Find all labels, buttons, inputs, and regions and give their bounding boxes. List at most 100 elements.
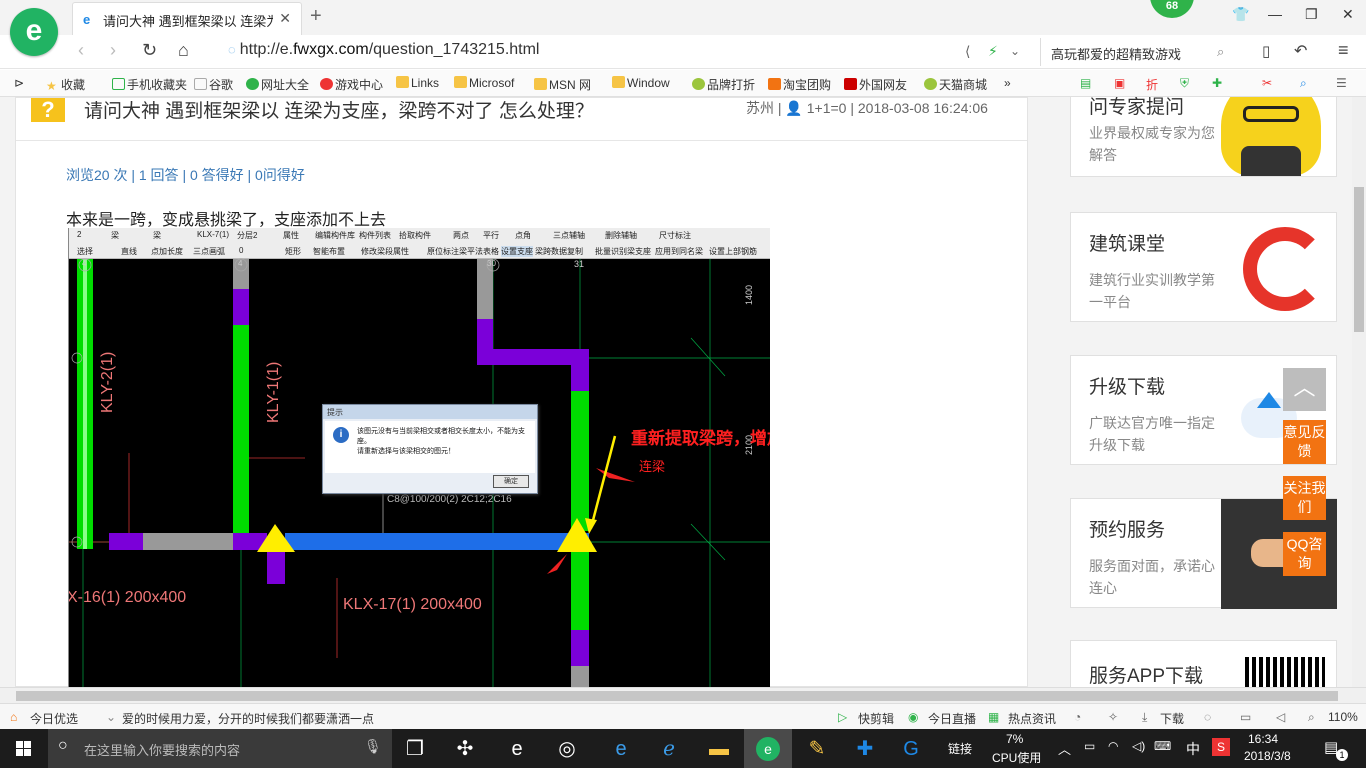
app-spiral-icon[interactable]: ◎	[554, 736, 580, 762]
tools-icon[interactable]: ✧	[1108, 710, 1118, 724]
back-to-top-button[interactable]: ︿	[1283, 368, 1326, 411]
cad-screenshot[interactable]: 2 梁 梁 KLX-7(1) 分层2 属性 编辑构件库 构件列表 拾取构件 两点…	[68, 228, 770, 687]
history-icon[interactable]: ◌	[1204, 710, 1211, 724]
bookmark-google[interactable]: 谷歌	[194, 76, 233, 93]
menu-icon[interactable]: ≡	[1338, 40, 1349, 61]
ext-menu-icon[interactable]: ☰	[1336, 76, 1347, 90]
start-button[interactable]	[0, 729, 48, 768]
app-browser-e-icon[interactable]: e	[504, 736, 530, 762]
search-icon[interactable]: ⌕	[1217, 44, 1224, 60]
app-fan-icon[interactable]: ✣	[452, 736, 478, 762]
sogou-icon[interactable]: S	[1212, 738, 1230, 756]
chevron-down-icon[interactable]: ⌄	[1010, 44, 1020, 58]
browser-tab[interactable]: e 请问大神 遇到框架梁以 连梁为支 ✕	[72, 2, 302, 35]
quick-clip[interactable]: 快剪辑	[858, 710, 894, 727]
vertical-scrollbar[interactable]	[1352, 97, 1366, 687]
vertical-scroll-thumb[interactable]	[1354, 187, 1364, 332]
undo-icon[interactable]: ↶	[1294, 41, 1307, 61]
bookmark-mobile[interactable]: 手机收藏夹	[112, 76, 187, 93]
lightning-icon[interactable]: ⚡	[988, 43, 998, 60]
microphone-icon[interactable]: 🎙	[364, 738, 382, 755]
bookmark-tmall[interactable]: 天猫商城	[924, 76, 987, 93]
zoom-level[interactable]: 110%	[1328, 710, 1358, 724]
bookmark-microsoft[interactable]: Microsof	[454, 76, 514, 90]
notification-badge[interactable]: 68	[1150, 0, 1194, 18]
bookmark-foreign[interactable]: 外国网友	[844, 76, 907, 93]
ext-add-icon[interactable]: ✚	[1212, 76, 1222, 90]
ext-search-icon[interactable]: ⌕	[1300, 76, 1307, 91]
downloads[interactable]: 下载	[1160, 710, 1184, 727]
sidecard-expert[interactable]: 问专家提问 业界最权威专家为您解答	[1070, 97, 1337, 177]
sidecard-app[interactable]: 服务APP下载	[1070, 640, 1337, 687]
qq-consult-button[interactable]: QQ咨询	[1283, 532, 1326, 576]
app-explorer-icon[interactable]: ▬	[706, 736, 732, 762]
volume-icon[interactable]: ◁	[1276, 710, 1285, 724]
more-bookmarks-icon[interactable]: »	[1004, 76, 1011, 90]
bookmark-brand-sale[interactable]: 品牌打折	[692, 76, 755, 93]
bookmark-links[interactable]: Links	[396, 76, 439, 90]
new-tab-button[interactable]: +	[310, 5, 322, 28]
bookmark-msn[interactable]: MSN 网	[534, 76, 591, 93]
links-toolbar[interactable]: 链接	[948, 740, 972, 757]
bookmark-portal[interactable]: 网址大全	[246, 76, 309, 93]
restore-button[interactable]: ❐	[1305, 6, 1318, 23]
ext-discount-icon[interactable]: 折	[1146, 76, 1158, 93]
ext-book-icon[interactable]: ▤	[1080, 76, 1091, 90]
zoom-icon[interactable]: ⌕	[1308, 710, 1315, 725]
keyboard-icon[interactable]: ⌨	[1154, 739, 1171, 753]
volume-icon[interactable]: ◁)	[1132, 739, 1145, 753]
horizontal-scrollbar[interactable]	[0, 687, 1366, 703]
phone-icon[interactable]: ▯	[1262, 42, 1270, 60]
sidecard-course[interactable]: 建筑课堂 建筑行业实训教学第一平台	[1070, 212, 1337, 322]
clock-time[interactable]: 16:34	[1248, 732, 1278, 746]
bookmark-games[interactable]: 游戏中心	[320, 76, 383, 93]
app-360browser-active[interactable]: e	[744, 729, 792, 768]
app-glodon-icon[interactable]: G	[898, 736, 924, 762]
minimize-button[interactable]: —	[1268, 6, 1282, 22]
window-icon[interactable]: ▭	[1240, 710, 1251, 724]
home-icon[interactable]: ⌂	[178, 40, 189, 61]
taskbar: ○ 在这里输入你要搜索的内容 🎙 ❐ ✣ e ◎ e ℯ ▬ e ✎ ✚ G 链…	[0, 729, 1366, 768]
forward-icon[interactable]: ›	[110, 40, 116, 61]
clock-date[interactable]: 2018/3/8	[1244, 749, 1291, 763]
bookmark-favorites[interactable]: ★ 收藏	[46, 76, 85, 93]
today-live[interactable]: 今日直播	[928, 710, 976, 727]
close-button[interactable]: ✕	[1342, 6, 1354, 23]
tab-close-icon[interactable]: ✕	[279, 10, 291, 27]
bookmark-windows[interactable]: Window	[612, 76, 670, 90]
tray-chevron-icon[interactable]: ︿	[1058, 739, 1071, 758]
taskbar-search[interactable]: ○ 在这里输入你要搜索的内容 🎙	[48, 729, 392, 768]
battery-icon[interactable]: ▭	[1084, 739, 1095, 753]
news-ticker[interactable]: 爱的时候用力爱，分开的时候我们都要潇洒一点	[122, 710, 374, 727]
ext-tv-icon[interactable]: ▣	[1114, 76, 1125, 90]
sidebar-toggle-icon[interactable]: ⊳	[14, 76, 24, 90]
question-location[interactable]: 苏州	[746, 100, 774, 116]
share-icon[interactable]: ⟨	[965, 43, 970, 60]
ime-indicator[interactable]: 中	[1186, 739, 1200, 759]
follow-button[interactable]: 关注我们	[1283, 476, 1326, 520]
wifi-icon[interactable]: ◠	[1108, 739, 1118, 753]
reload-icon[interactable]: ↻	[142, 40, 157, 61]
bookmark-taobao[interactable]: 淘宝团购	[768, 76, 831, 93]
feedback-button[interactable]: 意见反馈	[1283, 420, 1326, 464]
app-ie-icon[interactable]: ℯ	[656, 736, 682, 762]
question-stats[interactable]: 浏览20 次 | 1 回答 | 0 答得好 | 0问得好	[66, 165, 305, 185]
app-edge-icon[interactable]: e	[608, 736, 634, 762]
app-notes-icon[interactable]: ✎	[804, 736, 830, 762]
url-field[interactable]: ◌ http://e.fwxgx.com/question_1743215.htm…	[228, 41, 539, 59]
dialog-ok-button[interactable]: 确定	[493, 475, 529, 488]
back-icon[interactable]: ‹	[78, 40, 84, 61]
horizontal-scroll-thumb[interactable]	[16, 691, 1338, 701]
hot-news[interactable]: 热点资讯	[1008, 710, 1056, 727]
today-picks[interactable]: 今日优选	[30, 710, 78, 727]
browser-logo[interactable]: e	[10, 8, 58, 56]
app-remote-icon[interactable]: ✚	[852, 736, 878, 762]
skin-icon[interactable]: 👕	[1232, 6, 1249, 23]
question-user[interactable]: 1+1=0	[807, 100, 847, 116]
search-box[interactable]: 高玩都爱的超精致游戏 ⌕	[1040, 38, 1240, 66]
task-view-icon[interactable]: ❐	[402, 736, 428, 762]
chevron-down-icon[interactable]: ⌄	[106, 710, 116, 724]
ext-shield-icon[interactable]: ⛨	[1180, 76, 1189, 91]
ext-scissors-icon[interactable]: ✂	[1262, 76, 1272, 90]
speed-icon[interactable]: ◔	[1074, 710, 1081, 724]
